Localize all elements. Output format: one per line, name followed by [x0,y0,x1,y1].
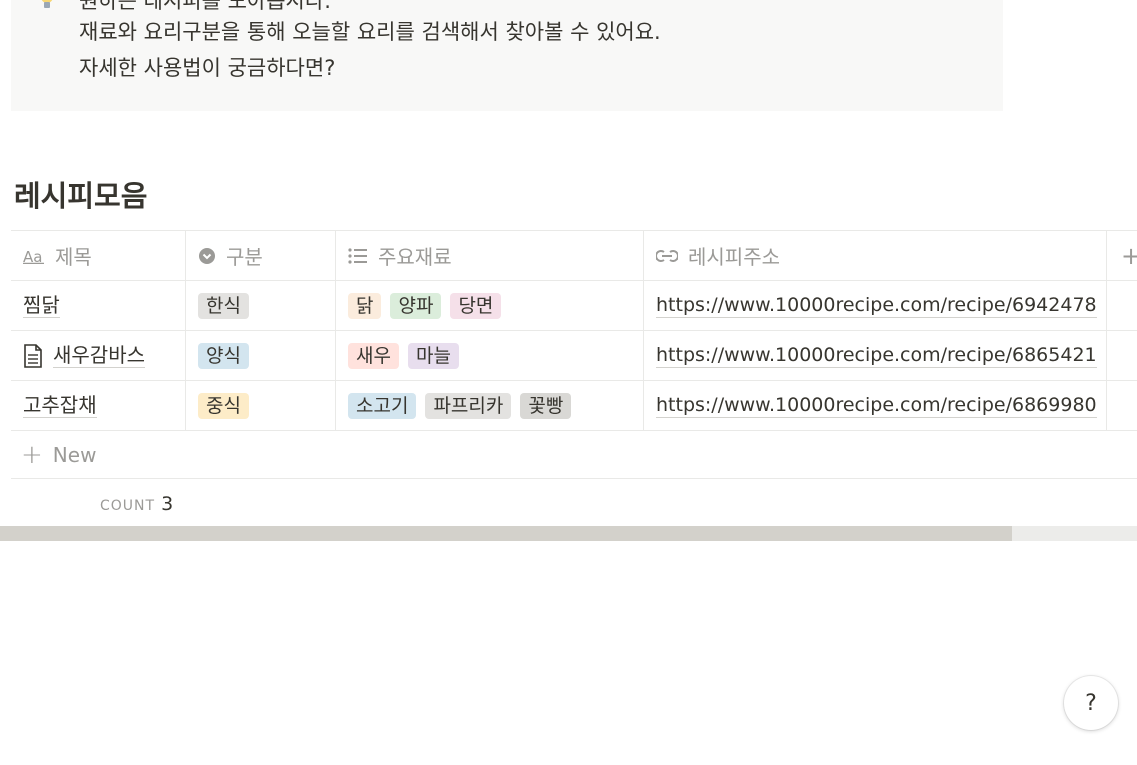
title-cell[interactable]: 고추잡채 [11,381,186,430]
category-cell[interactable]: 양식 [186,331,336,380]
database-title[interactable]: 레시피모음 [14,176,147,216]
new-row-button[interactable]: + New [11,431,1137,479]
category-tag: 양식 [198,342,249,369]
ingredient-tag: 당면 [450,292,502,319]
ingredient-tag: 파프리카 [425,392,512,419]
plus-icon: + [21,439,43,470]
count-value: 3 [161,493,174,515]
callout-line[interactable]: 자세한 사용법이 궁금하다면? [79,54,335,82]
category-cell[interactable]: 한식 [186,281,336,330]
ingredient-tag: 새우 [348,342,399,369]
category-cell[interactable]: 중식 [186,381,336,430]
callout-line: 재료와 요리구분을 통해 오늘할 요리를 검색해서 찾아볼 수 있어요. [79,20,661,44]
column-header-category[interactable]: 구분 [186,231,336,280]
ingredient-tag: 소고기 [348,392,417,419]
row-title[interactable]: 새우감바스 [53,343,145,368]
empty-cell [1107,331,1137,380]
table-header: Aa 제목 구분 주요재료 레시피주소 + [11,230,1137,280]
url-cell[interactable]: https://www.10000recipe.com/recipe/69424… [644,281,1107,330]
list-icon [348,247,368,264]
title-cell[interactable]: 새우감바스 [11,331,186,380]
question-icon: ? [1085,690,1097,716]
column-header-ingredients[interactable]: 주요재료 [336,231,644,280]
lightbulb-icon [37,0,57,10]
ingredient-tag: 마늘 [407,342,459,369]
recipe-url-link[interactable]: https://www.10000recipe.com/recipe/68654… [656,343,1097,368]
select-icon [198,247,216,265]
url-cell[interactable]: https://www.10000recipe.com/recipe/68654… [644,331,1107,380]
category-tag: 한식 [198,292,249,319]
plus-icon: + [1121,241,1137,270]
callout-line: 원하는 레시피를 모아봅시다. [79,0,331,13]
ingredients-cell[interactable]: 새우 마늘 [336,331,644,380]
empty-cell [1107,381,1137,430]
count-footer[interactable]: COUNT 3 [100,493,173,515]
add-column-button[interactable]: + [1107,231,1137,280]
ingredients-cell[interactable]: 닭 양파 당면 [336,281,644,330]
table-row[interactable]: 새우감바스 양식 새우 마늘 https://www.10000recipe.c… [11,330,1137,380]
table-row[interactable]: 찜닭 한식 닭 양파 당면 https://www.10000recipe.co… [11,280,1137,330]
row-title[interactable]: 고추잡채 [23,393,97,418]
column-label: 제목 [55,245,92,269]
ingredients-cell[interactable]: 소고기 파프리카 꽃빵 [336,381,644,430]
recipe-table: Aa 제목 구분 주요재료 레시피주소 + 찜닭 한식 닭 양파 당면 http… [11,230,1137,431]
column-label: 주요재료 [378,245,452,269]
row-title[interactable]: 찜닭 [23,293,60,318]
horizontal-scrollbar-thumb[interactable] [0,526,1012,541]
empty-cell [1107,281,1137,330]
column-header-title[interactable]: Aa 제목 [11,231,186,280]
table-row[interactable]: 고추잡채 중식 소고기 파프리카 꽃빵 https://www.10000rec… [11,380,1137,431]
category-tag: 중식 [198,392,249,419]
recipe-url-link[interactable]: https://www.10000recipe.com/recipe/68699… [656,393,1097,418]
column-label: 레시피주소 [688,245,780,269]
help-button[interactable]: ? [1064,676,1118,730]
recipe-url-link[interactable]: https://www.10000recipe.com/recipe/69424… [656,293,1097,318]
url-cell[interactable]: https://www.10000recipe.com/recipe/68699… [644,381,1107,430]
callout-block: 원하는 레시피를 모아봅시다. 재료와 요리구분을 통해 오늘할 요리를 검색해… [11,0,1003,111]
svg-text:Aa: Aa [23,248,42,264]
page-icon [23,343,43,368]
link-icon [656,248,678,264]
ingredient-tag: 꽃빵 [520,392,572,419]
column-label: 구분 [226,245,263,269]
ingredient-tag: 닭 [348,292,382,319]
ingredient-tag: 양파 [390,292,442,319]
column-header-url[interactable]: 레시피주소 [644,231,1107,280]
title-cell[interactable]: 찜닭 [11,281,186,330]
new-row-label: New [52,442,97,467]
count-label: COUNT [100,498,156,514]
text-icon: Aa [23,248,45,264]
